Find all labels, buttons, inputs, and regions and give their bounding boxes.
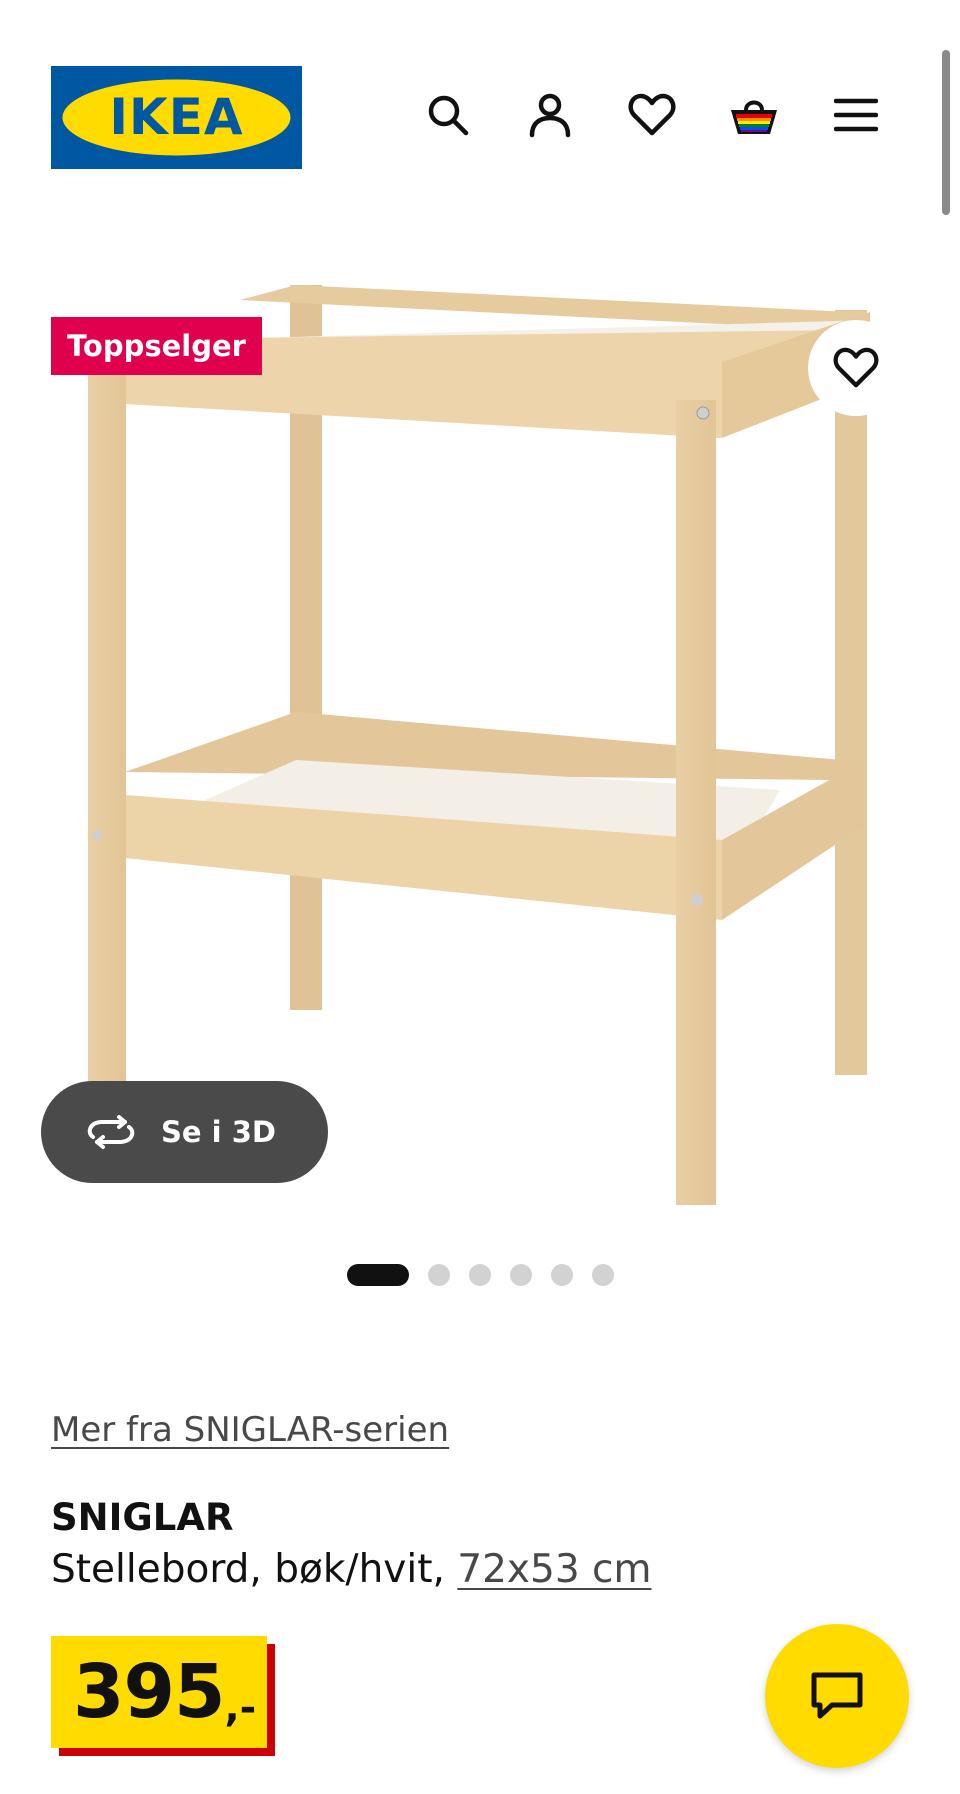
heart-icon[interactable]	[625, 88, 679, 142]
chat-button[interactable]	[765, 1624, 909, 1768]
product-name: SNIGLAR	[51, 1496, 234, 1539]
account-icon[interactable]	[523, 88, 577, 142]
image-carousel-dots	[0, 1264, 960, 1286]
chat-icon	[811, 1672, 863, 1719]
price-value: 395	[73, 1649, 225, 1735]
scrollbar[interactable]	[942, 50, 950, 215]
rotate-3d-icon	[85, 1115, 137, 1149]
carousel-dot[interactable]	[347, 1264, 409, 1286]
price-box: 395 ,-	[51, 1636, 267, 1748]
series-link[interactable]: Mer fra SNIGLAR-serien	[51, 1410, 449, 1450]
carousel-dot[interactable]	[551, 1264, 573, 1286]
product-description: Stellebord, bøk/hvit, 72x53 cm	[51, 1547, 651, 1592]
price-suffix: ,-	[224, 1685, 257, 1731]
menu-icon[interactable]	[829, 88, 883, 142]
search-icon[interactable]	[421, 88, 475, 142]
add-to-favourites-button[interactable]	[808, 320, 904, 416]
top-seller-badge: Toppselger	[51, 317, 262, 375]
carousel-dot[interactable]	[428, 1264, 450, 1286]
carousel-dot[interactable]	[469, 1264, 491, 1286]
view-in-3d-button[interactable]: Se i 3D	[41, 1081, 328, 1183]
cart-icon[interactable]	[727, 88, 781, 142]
product-type: Stellebord, bøk/hvit,	[51, 1547, 445, 1592]
carousel-dot[interactable]	[592, 1264, 614, 1286]
product-size-link[interactable]: 72x53 cm	[457, 1547, 651, 1592]
logo-text: IKEA	[109, 88, 243, 146]
ikea-logo[interactable]: IKEA	[51, 66, 302, 169]
heart-icon	[833, 347, 879, 388]
carousel-dot[interactable]	[510, 1264, 532, 1286]
view-in-3d-label: Se i 3D	[161, 1115, 276, 1149]
